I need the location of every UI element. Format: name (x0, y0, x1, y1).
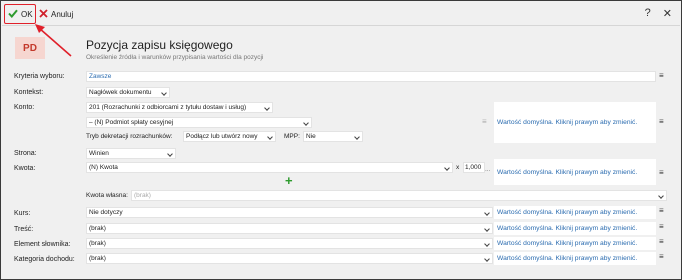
kwota-label: Kwota: (14, 165, 36, 172)
kwota-multiplier-value: 1,000 (465, 164, 482, 171)
kontekst-select[interactable]: Nagłówek dokumentu (86, 87, 170, 98)
tryb-select[interactable]: Podłącz lub utwórz nowy (183, 131, 276, 142)
tresc-menu-icon[interactable]: ≡ (659, 222, 664, 231)
mpp-select[interactable]: Nie (303, 131, 363, 142)
kurs-menu-icon[interactable]: ≡ (659, 206, 664, 215)
tresc-value: (brak) (89, 225, 106, 232)
kryteria-value[interactable]: Zawsze (89, 73, 111, 80)
kurs-select[interactable]: Nie dotyczy (86, 207, 493, 218)
konto-value: 201 (Rozrachunki z odbiorcami z tytułu d… (89, 104, 247, 111)
kwota-menu-icon[interactable]: ≡ (659, 168, 664, 177)
konto-label: Konto: (14, 104, 35, 111)
kryteria-menu-icon[interactable]: ≡ (659, 71, 664, 80)
kryteria-label: Kryteria wyboru: (14, 73, 65, 80)
strona-select[interactable]: Winien (86, 148, 176, 159)
tryb-label: Tryb dekretacji rozrachunków: (86, 133, 173, 140)
kwota-multiplier-input[interactable]: 1,000 (463, 162, 485, 173)
kategoria-value: (brak) (89, 255, 106, 262)
element-menu-icon[interactable]: ≡ (659, 237, 664, 246)
kwota-value: (N) Kwota (89, 164, 118, 171)
check-icon (8, 9, 18, 20)
kontekst-label: Kontekst: (14, 89, 44, 96)
kurs-label: Kurs: (14, 210, 31, 217)
ok-button[interactable]: OK (4, 4, 36, 24)
kwota-more-button[interactable]: ... (485, 166, 490, 173)
kategoria-menu-icon[interactable]: ≡ (659, 252, 664, 261)
close-button[interactable]: ✕ (663, 7, 672, 20)
toolbar: OK Anuluj ? ✕ (2, 2, 680, 26)
cancel-label: Anuluj (51, 9, 74, 19)
mpp-label: MPP: (284, 133, 300, 140)
kontekst-value: Nagłówek dokumentu (89, 89, 152, 96)
tryb-value: Podłącz lub utwórz nowy (186, 133, 258, 140)
element-label: Element słownika: (14, 241, 71, 248)
konto-sub-menu-icon[interactable]: ≡ (482, 117, 487, 126)
kwota-default-value[interactable]: Wartość domyślna. Kliknij prawym aby zmi… (494, 159, 656, 185)
add-icon[interactable]: + (285, 173, 293, 188)
kwota-wlasna-label: Kwota własna: (86, 192, 128, 199)
kryteria-field[interactable]: Zawsze (86, 71, 656, 82)
kwota-x-label: x (456, 164, 460, 171)
konto-select[interactable]: 201 (Rozrachunki z odbiorcami z tytułu d… (86, 102, 273, 113)
ok-label: OK (21, 9, 33, 19)
element-value: (brak) (89, 240, 106, 247)
dialog-window: OK Anuluj ? ✕ PD Pozycja zapisu księgowe… (0, 0, 682, 280)
page-title: Pozycja zapisu księgowego (86, 38, 233, 52)
konto-menu-icon[interactable]: ≡ (659, 117, 664, 126)
strona-label: Strona: (14, 150, 37, 157)
kategoria-select[interactable]: (brak) (86, 253, 493, 264)
kurs-default-value[interactable]: Wartość domyślna. Kliknij prawym aby zmi… (494, 206, 656, 219)
element-default-value[interactable]: Wartość domyślna. Kliknij prawym aby zmi… (494, 237, 656, 250)
konto-sub-value: – (N) Podmiot spłaty cesyjnej (89, 119, 174, 126)
kurs-value: Nie dotyczy (89, 209, 123, 216)
element-select[interactable]: (brak) (86, 238, 493, 249)
tresc-label: Treść: (14, 226, 34, 233)
close-x-icon (39, 8, 48, 20)
tresc-select[interactable]: (brak) (86, 223, 493, 234)
kwota-wlasna-select[interactable]: (brak) (131, 190, 667, 201)
konto-default-value[interactable]: Wartość domyślna. Kliknij prawym aby zmi… (494, 102, 656, 143)
mpp-value: Nie (306, 133, 316, 140)
logo: PD (15, 37, 45, 59)
kategoria-label: Kategoria dochodu: (14, 256, 75, 263)
help-button[interactable]: ? (645, 7, 651, 20)
tresc-default-value[interactable]: Wartość domyślna. Kliknij prawym aby zmi… (494, 222, 656, 235)
strona-value: Winien (89, 150, 109, 157)
kwota-wlasna-value: (brak) (134, 192, 151, 199)
konto-sub-select[interactable]: – (N) Podmiot spłaty cesyjnej (86, 117, 312, 128)
kwota-select[interactable]: (N) Kwota (86, 162, 453, 173)
cancel-button[interactable]: Anuluj (39, 6, 73, 22)
page-subtitle: Określenie źródła i warunków przypisania… (86, 54, 264, 61)
kategoria-default-value[interactable]: Wartość domyślna. Kliknij prawym aby zmi… (494, 252, 656, 265)
